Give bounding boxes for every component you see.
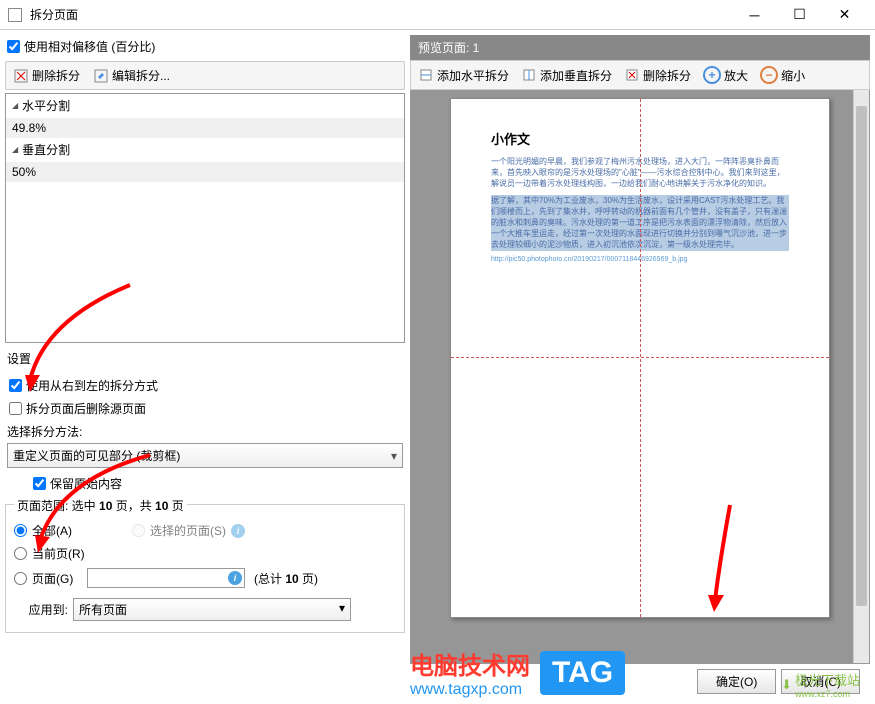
split-toolbar: 删除拆分 编辑拆分... — [5, 61, 405, 90]
pages-info-icon[interactable]: i — [228, 571, 242, 585]
preview-area[interactable]: 小作文 一个阳光明媚的早晨，我们参观了梅州污水处理场，进入大门，一阵阵恶臭扑鼻而… — [410, 90, 870, 664]
info-icon[interactable]: i — [231, 524, 245, 538]
scrollbar-thumb[interactable] — [856, 106, 867, 606]
edit-icon — [93, 68, 109, 84]
settings-label: 设置 — [5, 346, 405, 371]
method-label: 选择拆分方法: — [7, 420, 403, 443]
all-radio[interactable] — [14, 524, 27, 537]
rtl-label: 使用从右到左的拆分方式 — [26, 377, 158, 394]
maximize-button[interactable]: ☐ — [777, 1, 822, 29]
current-radio[interactable] — [14, 547, 27, 560]
edit-split-button[interactable]: 编辑拆分... — [88, 64, 175, 87]
pages-label: 页面(G) — [32, 570, 82, 587]
zoom-out-button[interactable]: − 缩小 — [755, 63, 810, 87]
download-icon: ⬇ — [781, 677, 792, 693]
add-v-split-button[interactable]: 添加垂直拆分 — [516, 63, 617, 87]
zoom-out-icon: − — [760, 66, 778, 84]
watermark-text: 电脑技术网 — [410, 646, 530, 681]
v-split-icon — [521, 67, 537, 83]
right-panel: 预览页面: 1 添加水平拆分 添加垂直拆分 删除拆分 + 放大 − 缩小 — [410, 35, 870, 699]
delete-icon — [13, 68, 29, 84]
delete-preview-icon — [624, 67, 640, 83]
left-panel: 使用相对偏移值 (百分比) 删除拆分 编辑拆分... 水平分割 49.8% 垂直… — [5, 35, 405, 699]
zoom-in-icon: + — [703, 66, 721, 84]
watermark-url: www.tagxp.com — [410, 681, 530, 699]
h-split-header[interactable]: 水平分割 — [6, 94, 404, 118]
pages-input[interactable] — [87, 568, 245, 588]
split-list[interactable]: 水平分割 49.8% 垂直分割 50% — [5, 93, 405, 343]
add-h-split-button[interactable]: 添加水平拆分 — [413, 63, 514, 87]
v-split-header[interactable]: 垂直分割 — [6, 138, 404, 162]
v-split-value[interactable]: 50% — [6, 162, 404, 182]
use-relative-row: 使用相对偏移值 (百分比) — [5, 35, 405, 58]
h-split-value[interactable]: 49.8% — [6, 118, 404, 138]
all-label: 全部(A) — [32, 522, 72, 539]
zoom-in-button[interactable]: + 放大 — [698, 63, 753, 87]
minimize-button[interactable]: ─ — [732, 1, 777, 29]
pages-radio[interactable] — [14, 572, 27, 585]
delete-source-label: 拆分页面后删除源页面 — [26, 400, 146, 417]
rtl-checkbox[interactable] — [9, 379, 22, 392]
h-split-icon — [418, 67, 434, 83]
close-button[interactable]: ✕ — [822, 1, 867, 29]
window-title: 拆分页面 — [30, 6, 732, 23]
selected-label: 选择的页面(S) — [150, 522, 226, 539]
keep-original-label: 保留原始内容 — [50, 475, 122, 492]
page-range-title: 页面范围: 选中 10 页，共 10 页 — [14, 497, 187, 514]
page-preview[interactable]: 小作文 一个阳光明媚的早晨，我们参观了梅州污水处理场，进入大门，一阵阵恶臭扑鼻而… — [450, 98, 830, 618]
use-relative-checkbox[interactable] — [7, 40, 20, 53]
selected-radio — [132, 524, 145, 537]
delete-split-preview-button[interactable]: 删除拆分 — [619, 63, 696, 87]
tag-badge: TAG — [540, 651, 625, 695]
apply-to-dropdown[interactable]: 所有页面 — [73, 598, 351, 621]
use-relative-label: 使用相对偏移值 (百分比) — [24, 38, 155, 55]
scrollbar[interactable] — [853, 90, 869, 663]
titlebar: 拆分页面 ─ ☐ ✕ — [0, 0, 875, 30]
app-icon — [8, 8, 22, 22]
preview-toolbar: 添加水平拆分 添加垂直拆分 删除拆分 + 放大 − 缩小 — [410, 60, 870, 90]
preview-header: 预览页面: 1 — [410, 35, 870, 60]
page-range-section: 页面范围: 选中 10 页，共 10 页 全部(A) 选择的页面(S) i 当前… — [5, 504, 405, 633]
delete-source-checkbox[interactable] — [9, 402, 22, 415]
method-dropdown[interactable]: 重定义页面的可见部分 (裁剪框) — [7, 443, 403, 468]
v-split-line[interactable] — [640, 99, 641, 617]
total-label: (总计 10 页) — [254, 570, 318, 587]
download-stamp: ⬇ 极光下载站 www.xz7.com — [781, 670, 860, 699]
current-label: 当前页(R) — [32, 545, 85, 562]
keep-original-checkbox[interactable] — [33, 477, 46, 490]
apply-to-label: 应用到: — [14, 601, 68, 618]
delete-split-button[interactable]: 删除拆分 — [8, 64, 85, 87]
